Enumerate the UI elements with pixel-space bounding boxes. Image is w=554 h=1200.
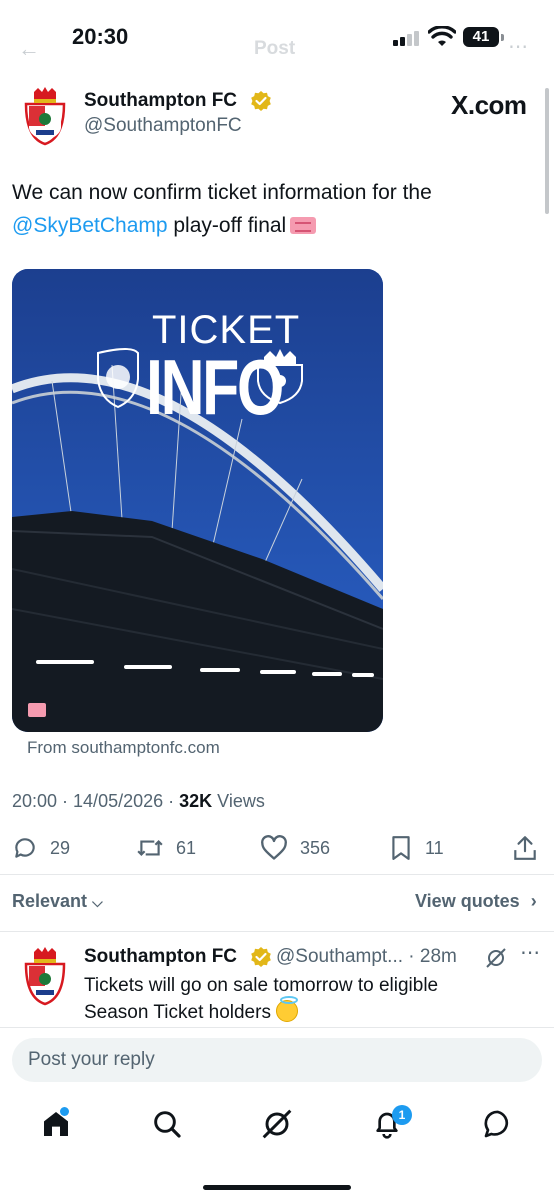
bookmark-button[interactable]: 11	[389, 828, 444, 868]
more-options-icon[interactable]: ⋯	[508, 34, 529, 59]
link-source[interactable]: From southamptonfc.com	[27, 738, 220, 758]
chevron-right-icon: ›	[530, 891, 537, 911]
notifications-badge: 1	[392, 1105, 412, 1125]
search-icon[interactable]	[151, 1108, 183, 1140]
status-bar: ← 20:30 Post 41 ⋯	[0, 0, 554, 76]
reply-text: Tickets will go on sale tomorrow to elig…	[84, 972, 504, 1026]
mention-link[interactable]: @SkyBetChamp	[12, 214, 168, 237]
home-unread-dot	[60, 1107, 69, 1116]
battery-level: 41	[463, 27, 499, 47]
repost-count: 61	[176, 837, 197, 858]
scrollbar[interactable]	[545, 88, 549, 214]
reply-button[interactable]: 29	[12, 828, 70, 868]
back-arrow-icon[interactable]: ←	[18, 36, 40, 62]
sort-dropdown[interactable]: Relevant ⌵	[12, 891, 103, 912]
grok-icon[interactable]	[484, 946, 508, 970]
repost-icon	[137, 840, 163, 856]
status-time: 20:30	[72, 24, 129, 49]
ticket-emoji-icon	[290, 217, 317, 234]
sort-label: Relevant	[12, 891, 88, 911]
author-name[interactable]: Southampton FC	[84, 90, 237, 112]
reply-avatar[interactable]	[20, 946, 70, 1006]
verified-badge-icon[interactable]	[250, 90, 272, 112]
home-indicator[interactable]	[203, 1185, 351, 1190]
source-brand: X.com	[451, 90, 527, 120]
image-title-line2: INFO	[146, 343, 284, 431]
share-button[interactable]	[512, 828, 538, 868]
tweet-actions: 29 61 356 11	[0, 828, 554, 868]
view-quotes-label: View quotes	[415, 891, 520, 911]
grok-icon[interactable]	[261, 1108, 293, 1140]
wifi-icon	[428, 26, 456, 46]
reply-author-name[interactable]: Southampton FC	[84, 946, 237, 968]
divider	[0, 1027, 554, 1028]
tweet-text-part2: play-off final	[167, 214, 287, 237]
southampton-crest-avatar[interactable]	[20, 86, 70, 146]
page-title: Post	[254, 38, 296, 59]
divider	[0, 931, 554, 932]
bookmark-icon	[392, 836, 410, 860]
tweet-text: We can now confirm ticket information fo…	[12, 176, 532, 242]
smiling-halo-emoji-icon	[276, 996, 299, 1022]
views-count: 32K	[179, 791, 213, 811]
reply-count: 29	[50, 837, 71, 858]
like-count: 356	[300, 837, 331, 858]
views-label: Views	[212, 791, 265, 811]
timestamp[interactable]: 20:00 · 14/05/2026 ·	[12, 791, 179, 811]
tweet-text-part1: We can now confirm ticket information fo…	[12, 181, 432, 204]
reply-text-body: Tickets will go on sale tomorrow to elig…	[84, 975, 439, 1023]
like-button[interactable]: 356	[260, 828, 330, 868]
more-options-icon[interactable]: ⋯	[520, 940, 540, 965]
verified-badge-icon[interactable]	[250, 946, 272, 968]
like-icon	[261, 835, 287, 860]
messages-icon[interactable]	[482, 1108, 514, 1140]
battery-tip	[501, 34, 504, 41]
share-icon	[514, 836, 536, 860]
chevron-down-icon: ⌵	[92, 894, 103, 910]
view-quotes-link[interactable]: View quotes ›	[415, 891, 537, 912]
reply-input[interactable]: Post your reply	[28, 1049, 155, 1071]
bookmark-count: 11	[425, 837, 444, 858]
divider	[0, 874, 554, 875]
tweet-meta: 20:00 · 14/05/2026 · 32K Views	[12, 791, 265, 812]
bottom-tab-bar	[0, 1094, 554, 1154]
reply-icon	[15, 838, 35, 858]
repost-button[interactable]: 61	[136, 828, 196, 868]
reply-handle-time[interactable]: @Southampt... · 28m	[276, 946, 457, 968]
cellular-signal-icon	[393, 30, 423, 46]
author-handle[interactable]: @SouthamptonFC	[84, 115, 242, 137]
